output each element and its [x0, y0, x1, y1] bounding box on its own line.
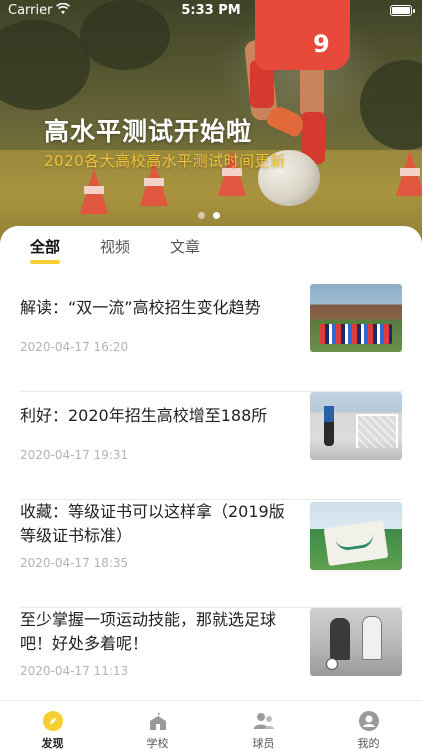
- carousel-dot[interactable]: [198, 212, 205, 219]
- nav-label: 发现: [41, 737, 64, 750]
- article-item[interactable]: 利好：2020年招生高校增至188所 2020-04-17 19:31: [20, 392, 402, 500]
- article-thumbnail: [310, 608, 402, 676]
- article-thumbnail: [310, 284, 402, 352]
- article-thumbnail: [310, 502, 402, 570]
- thumb-player: [324, 406, 334, 446]
- hero-banner[interactable]: 9 高水平测试开始啦 2020各大高校高水平测试时间更新: [0, 0, 422, 250]
- thumb-player: [330, 618, 350, 660]
- battery-icon: [390, 5, 415, 16]
- article-item[interactable]: 解读：“双一流”高校招生变化趋势 2020-04-17 16:20: [20, 284, 402, 392]
- article-title: 利好：2020年招生高校增至188所: [20, 406, 268, 425]
- nav-label: 球员: [252, 737, 275, 750]
- thumb-ball: [326, 658, 338, 670]
- banner-tree: [360, 60, 422, 150]
- training-cone: [396, 150, 422, 196]
- thumb-banner: [323, 520, 389, 566]
- tab-article[interactable]: 文章: [170, 236, 200, 257]
- category-tabs: 全部 视频 文章: [0, 226, 422, 266]
- tab-active-indicator: [30, 260, 60, 264]
- article-item[interactable]: 收藏：等级证书可以这样拿（2019版等级证书标准） 2020-04-17 18:…: [20, 500, 402, 608]
- profile-icon: [359, 711, 379, 731]
- nav-label: 我的: [357, 737, 380, 750]
- tab-video[interactable]: 视频: [100, 236, 130, 257]
- carousel-indicator: [198, 212, 220, 219]
- thumb-player: [362, 616, 382, 660]
- banner-subtitle: 2020各大高校高水平测试时间更新: [44, 152, 286, 170]
- thumb-goal: [356, 414, 398, 448]
- article-date: 2020-04-17 18:35: [20, 556, 129, 570]
- nav-discover[interactable]: 发现: [0, 701, 105, 750]
- school-icon: [150, 712, 166, 730]
- training-cone: [80, 168, 108, 214]
- article-title: 收藏：等级证书可以这样拿（2019版等级证书标准）: [20, 502, 285, 545]
- tab-all[interactable]: 全部: [30, 236, 60, 257]
- players-icon: [254, 713, 274, 729]
- article-date: 2020-04-17 19:31: [20, 448, 129, 462]
- article-date: 2020-04-17 11:13: [20, 664, 129, 678]
- carousel-dot-active[interactable]: [213, 212, 220, 219]
- article-title: 解读：“双一流”高校招生变化趋势: [20, 298, 261, 317]
- thumb-players: [320, 324, 392, 344]
- nav-players[interactable]: 球员: [211, 701, 316, 750]
- compass-icon: [43, 711, 63, 731]
- banner-tree: [0, 20, 90, 110]
- article-title: 至少掌握一项运动技能，那就选足球吧！好处多着呢！: [20, 610, 277, 653]
- jersey-number: 9: [313, 30, 330, 58]
- bottom-tab-bar: 发现 学校 球员 我的: [0, 700, 422, 750]
- nav-label: 学校: [146, 737, 169, 750]
- content-card: 全部 视频 文章 解读：“双一流”高校招生变化趋势 2020-04-17 16:…: [0, 226, 422, 716]
- article-thumbnail: [310, 392, 402, 460]
- banner-title: 高水平测试开始啦: [44, 117, 253, 146]
- nav-profile[interactable]: 我的: [316, 701, 421, 750]
- article-date: 2020-04-17 16:20: [20, 340, 129, 354]
- nav-school[interactable]: 学校: [105, 701, 210, 750]
- status-time: 5:33 PM: [181, 3, 241, 18]
- status-bar: Carrier 5:33 PM: [0, 0, 422, 22]
